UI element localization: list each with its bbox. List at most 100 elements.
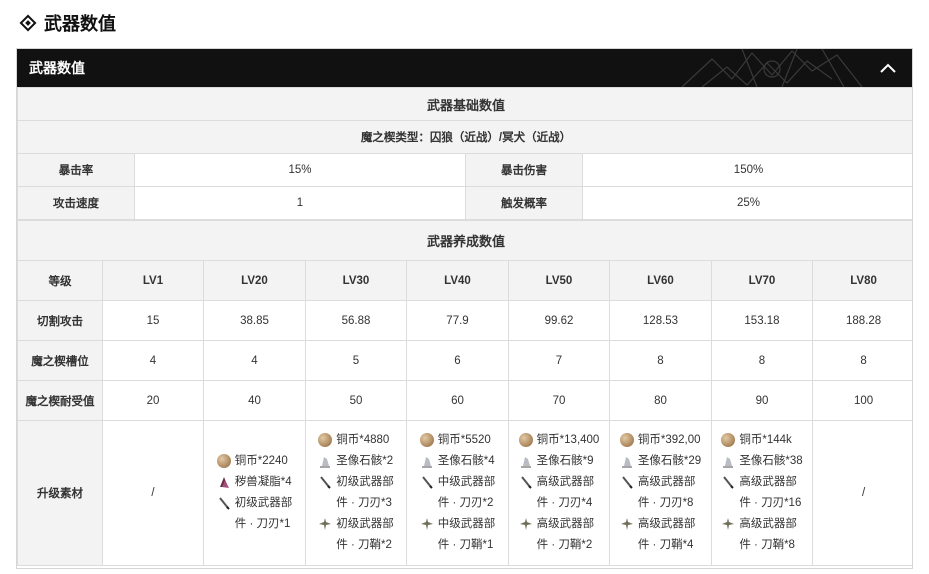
trigger-chance-value: 25% [581, 186, 912, 220]
materials-cell: 铜币*2240 秽兽凝脂*4 初级武器部 件 · 刀刃*1 [203, 420, 306, 566]
header-decoration-icon [681, 49, 863, 87]
material-text: 高级武器部 件 · 刀鞘*8 [739, 518, 797, 551]
material-item: 中级武器部 件 · 刀鞘*1 [420, 514, 496, 556]
demon-type: 魔之楔类型：囚狼（近战）/冥犬（近战） [17, 120, 912, 154]
stat-cell: 60 [406, 380, 509, 421]
material-text: 圣像石骸*4 [437, 455, 495, 467]
crit-damage-value: 150% [581, 153, 912, 187]
materials-cell: 铜币*392,00 圣像石骸*29 高级武器部 件 · 刀刃*8 高级武器部 件 · … [609, 420, 712, 566]
stat-cell: 8 [811, 340, 912, 381]
material-item: 铜币*144k [721, 430, 792, 451]
material-text: 铜币*5520 [437, 434, 491, 446]
material-item: 高级武器部 件 · 刀刃*4 [519, 472, 594, 514]
coin-icon [619, 433, 634, 447]
diamond-icon [19, 14, 37, 32]
stat-cell: 128.53 [609, 300, 712, 341]
material-text: 圣像石骸*2 [336, 455, 394, 467]
crit-rate-value: 15% [134, 153, 466, 187]
material-item: 圣像石骸*38 [721, 451, 803, 472]
level-header: LV40 [406, 260, 509, 301]
hilt-icon [420, 518, 433, 530]
material-item: 铜币*2240 [216, 451, 288, 472]
material-item: 初级武器部 件 · 刀刃*1 [217, 493, 292, 535]
material-list: 铜币*4880 圣像石骸*2 初级武器部 件 · 刀刃*3 初级武器部 件 · 刀鞘*… [318, 430, 394, 556]
statue-stone-icon [621, 457, 632, 468]
material-item: 初级武器部 件 · 刀鞘*2 [318, 514, 394, 556]
page-heading-text: 武器数值 [44, 14, 116, 34]
crit-damage-label: 暴击伤害 [465, 153, 583, 187]
stat-cell: 153.18 [711, 300, 813, 341]
material-list: 铜币*5520 圣像石骸*4 中级武器部 件 · 刀刃*2 中级武器部 件 · 刀鞘*… [419, 430, 496, 556]
material-item: 高级武器部 件 · 刀鞘*2 [519, 514, 595, 556]
hilt-icon [519, 518, 532, 530]
coin-icon [216, 454, 231, 468]
material-text: 中级武器部 件 · 刀刃*2 [437, 476, 496, 509]
material-text: 中级武器部 件 · 刀鞘*1 [437, 518, 496, 551]
material-text: 圣像石骸*38 [739, 455, 803, 467]
blade-icon [622, 476, 633, 489]
material-item: 中级武器部 件 · 刀刃*2 [420, 472, 496, 514]
coin-icon [721, 433, 736, 447]
material-text: 圣像石骸*29 [637, 455, 702, 467]
stat-cell: 50 [305, 380, 407, 421]
material-item: 铜币*13,400 [518, 430, 599, 451]
stat-cell: 56.88 [305, 300, 407, 341]
material-text: 圣像石骸*9 [536, 455, 594, 467]
material-text: 高级武器部 件 · 刀刃*8 [637, 476, 696, 509]
materials-cell: 铜币*13,400 圣像石骸*9 高级武器部 件 · 刀刃*4 高级武器部 件 · 刀… [508, 420, 610, 566]
row-label: 魔之楔槽位 [17, 340, 103, 381]
material-text: 高级武器部 件 · 刀鞘*2 [536, 518, 595, 551]
material-item: 铜币*392,00 [619, 430, 701, 451]
materials-cell: 铜币*144k 圣像石骸*38 高级武器部 件 · 刀刃*16 高级武器部 件 · 刀… [711, 420, 813, 566]
material-item: 高级武器部 件 · 刀刃*16 [721, 472, 801, 514]
material-item: 铜币*4880 [318, 430, 389, 451]
hilt-icon [722, 518, 735, 530]
trigger-chance-label: 触发概率 [465, 186, 583, 220]
material-item: 高级武器部 件 · 刀鞘*4 [620, 514, 695, 556]
material-item: 高级武器部 件 · 刀刃*8 [620, 472, 696, 514]
material-text: 秽兽凝脂*4 [234, 476, 292, 488]
coin-icon [419, 433, 434, 447]
material-text: 高级武器部 件 · 刀刃*16 [739, 476, 802, 509]
crit-rate-label: 暴击率 [17, 153, 135, 187]
stat-cell: 77.9 [406, 300, 509, 341]
weapon-stats-panel: 武器数值 武器基础数值 魔之楔类型：囚狼（近战）/冥犬（近战） 暴击率 15% … [16, 48, 913, 569]
material-text: 初级武器部 件 · 刀鞘*2 [336, 518, 394, 551]
materials-cell: / [102, 420, 204, 566]
material-item: 圣像石骸*2 [318, 451, 393, 472]
stat-cell: 8 [609, 340, 712, 381]
material-list: 铜币*13,400 圣像石骸*9 高级武器部 件 · 刀刃*4 高级武器部 件 · 刀… [518, 430, 599, 556]
stat-cell: 99.62 [508, 300, 610, 341]
row-label: 切割攻击 [17, 300, 103, 341]
level-header: LV70 [711, 260, 813, 301]
material-list: 铜币*392,00 圣像石骸*29 高级武器部 件 · 刀刃*8 高级武器部 件 · … [619, 430, 701, 556]
stat-cell: 40 [203, 380, 306, 421]
level-header: LV20 [203, 260, 306, 301]
stat-cell: 4 [203, 340, 306, 381]
statue-stone-icon [320, 457, 331, 468]
grease-icon [219, 477, 229, 488]
panel-header[interactable]: 武器数值 [17, 49, 912, 87]
blade-icon [723, 476, 735, 489]
material-text: 铜币*4880 [336, 434, 390, 446]
level-header: LV1 [102, 260, 204, 301]
stat-cell: 6 [406, 340, 509, 381]
material-item: 圣像石骸*29 [620, 451, 701, 472]
stat-cell: 8 [711, 340, 813, 381]
materials-cell: 铜币*5520 圣像石骸*4 中级武器部 件 · 刀刃*2 中级武器部 件 · 刀鞘*… [406, 420, 509, 566]
material-text: 铜币*392,00 [637, 434, 701, 446]
material-text: 初级武器部 件 · 刀刃*3 [336, 476, 394, 509]
material-item: 圣像石骸*9 [519, 451, 594, 472]
basic-stats-table: 武器基础数值 魔之楔类型：囚狼（近战）/冥犬（近战） 暴击率 15% 暴击伤害 … [17, 87, 912, 220]
material-list: 铜币*144k 圣像石骸*38 高级武器部 件 · 刀刃*16 高级武器部 件 · 刀… [721, 430, 803, 556]
stat-cell: 80 [609, 380, 712, 421]
coin-icon [518, 433, 533, 447]
collapse-button[interactable] [878, 58, 898, 78]
chevron-up-icon [880, 63, 896, 73]
row-label: 魔之楔耐受值 [17, 380, 103, 421]
material-item: 秽兽凝脂*4 [217, 472, 292, 493]
material-item: 圣像石骸*4 [420, 451, 495, 472]
basic-section-title: 武器基础数值 [17, 87, 912, 121]
stat-cell: 20 [102, 380, 204, 421]
stat-cell: 7 [508, 340, 610, 381]
